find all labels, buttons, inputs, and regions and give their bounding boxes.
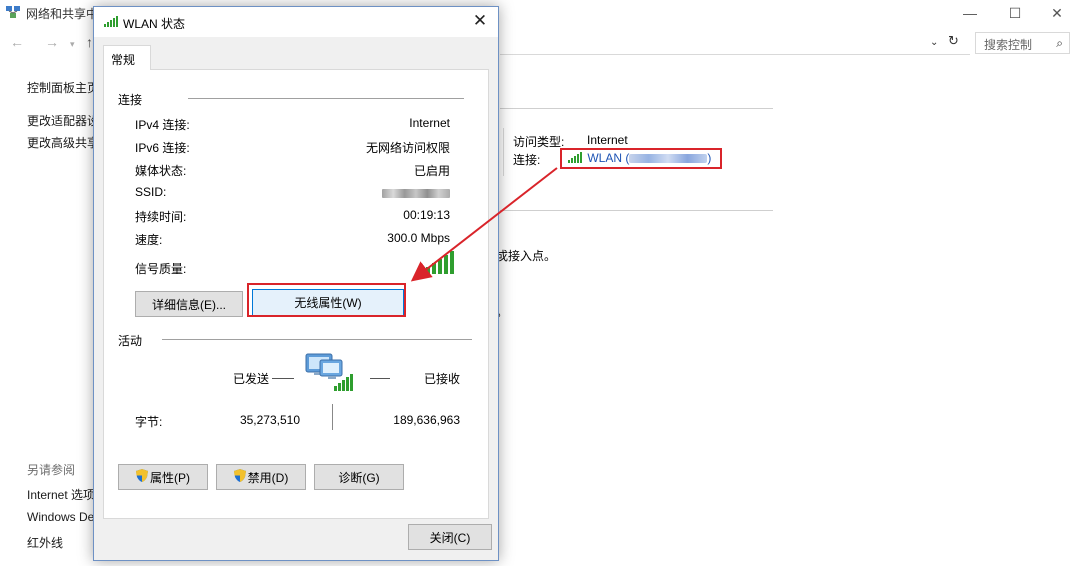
activity-group-label: 活动 (118, 332, 147, 349)
speed-value: 300.0 Mbps (387, 231, 450, 245)
signal-strength-bars-icon (426, 250, 456, 277)
details-button[interactable]: 详细信息(E)... (135, 291, 243, 317)
activity-group-line (162, 339, 472, 340)
wlan-connection-link[interactable]: WLAN () (560, 148, 722, 169)
duration-value: 00:19:13 (403, 208, 450, 222)
ssid-value-blurred (382, 187, 450, 201)
windows-defender-link[interactable]: Windows De (27, 510, 94, 524)
bytes-received-value: 189,636,963 (393, 413, 460, 427)
highlight-frame (247, 283, 406, 317)
back-arrow-icon[interactable]: ← (10, 34, 24, 50)
section-divider-middle (500, 210, 773, 211)
wifi-signal-icon (568, 151, 587, 165)
connection-group-label: 连接 (118, 91, 147, 108)
sent-dash (272, 378, 294, 379)
background-window-title: 网络和共享中 (26, 7, 99, 21)
see-also-title: 另请参阅 (27, 463, 76, 477)
control-panel-home-link[interactable]: 控制面板主页 (27, 79, 99, 96)
recent-locations-dropdown-icon[interactable]: ▾ (70, 39, 75, 50)
background-text-fragment: 戓接入点。 (496, 249, 557, 263)
ipv4-label: IPv4 连接: (135, 118, 190, 132)
search-placeholder: 搜索控制 (984, 38, 1033, 52)
disable-button[interactable]: 禁用(D) (216, 464, 306, 490)
diagnose-button[interactable]: 诊断(G) (314, 464, 404, 490)
received-dash (370, 378, 390, 379)
dialog-close-button[interactable]: ✕ (469, 11, 491, 31)
refresh-icon[interactable]: ↻ (948, 33, 959, 49)
maximize-button[interactable]: ☐ (998, 2, 1032, 24)
signal-quality-label: 信号质量: (135, 262, 187, 276)
network-computers-icon (304, 350, 354, 395)
properties-button-label: 属性(P) (150, 470, 190, 485)
internet-options-link[interactable]: Internet 选项 (27, 486, 95, 503)
dialog-title: WLAN 状态 (123, 17, 186, 31)
close-button[interactable]: 关闭(C) (408, 524, 492, 550)
vertical-separator (503, 128, 504, 176)
section-divider-top (500, 108, 773, 109)
connection-name-suffix: ) (707, 151, 712, 165)
ipv6-label: IPv6 连接: (135, 141, 190, 155)
bytes-label: 字节: (135, 415, 163, 429)
connection-name-prefix: WLAN ( (587, 151, 630, 165)
tab-general[interactable]: 常规 (103, 45, 151, 70)
close-window-button[interactable]: ✕ (1040, 2, 1074, 24)
connection-label: 连接: (513, 153, 541, 167)
up-arrow-icon[interactable]: ↑ (86, 34, 93, 50)
uac-shield-icon (233, 469, 246, 485)
sent-label: 已发送 (233, 372, 270, 386)
change-adapter-settings-link[interactable]: 更改适配器设 (27, 112, 99, 129)
media-state-label: 媒体状态: (135, 164, 187, 178)
network-center-icon (6, 6, 20, 18)
access-type-label: 访问类型: (513, 135, 565, 149)
infrared-link[interactable]: 红外线 (27, 534, 63, 551)
disable-button-label: 禁用(D) (247, 470, 289, 485)
duration-label: 持续时间: (135, 210, 187, 224)
blurred-network-name (629, 154, 708, 164)
ipv4-value: Internet (409, 116, 450, 130)
bytes-sent-value: 35,273,510 (239, 413, 300, 427)
change-advanced-sharing-link[interactable]: 更改高级共享 (27, 134, 99, 151)
address-bar-underline (500, 54, 970, 55)
forward-arrow-icon[interactable]: → (45, 34, 59, 50)
media-state-value: 已启用 (413, 164, 450, 178)
connection-group-line (188, 98, 464, 99)
search-input[interactable]: 搜索控制 ⌕ (975, 32, 1070, 54)
uac-shield-icon (136, 469, 148, 485)
received-label: 已接收 (424, 372, 461, 386)
wifi-signal-icon (104, 16, 120, 30)
search-icon[interactable]: ⌕ (1056, 36, 1063, 51)
ipv6-value: 无网络访问权限 (365, 141, 450, 155)
ssid-label: SSID: (135, 185, 167, 199)
dialog-titlebar: WLAN 状态 ✕ (94, 7, 498, 37)
address-dropdown-icon[interactable]: ⌄ (930, 37, 938, 48)
minimize-button[interactable]: — (953, 2, 987, 24)
speed-label: 速度: (135, 233, 163, 247)
bytes-separator (332, 404, 333, 430)
access-type-value: Internet (587, 133, 628, 147)
properties-button[interactable]: 属性(P) (118, 464, 208, 490)
